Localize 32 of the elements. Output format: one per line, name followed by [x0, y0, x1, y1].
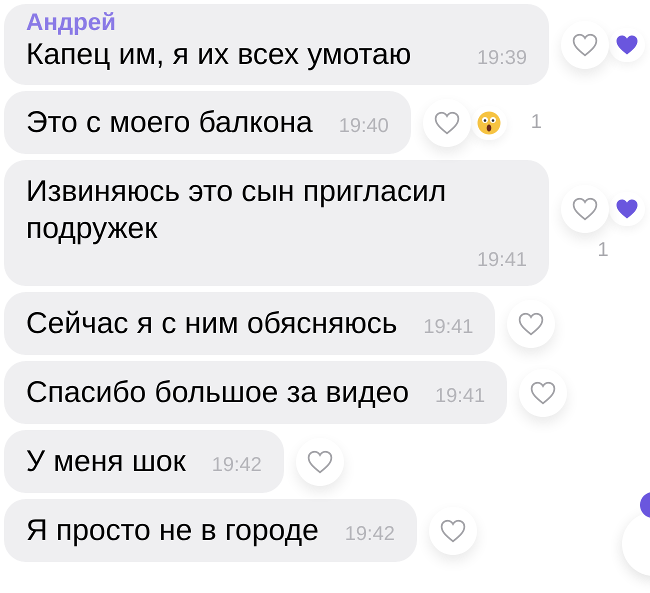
message-time: 19:40	[338, 114, 389, 139]
heart-outline-icon	[440, 518, 466, 542]
heart-outline-icon	[306, 450, 333, 474]
heart-icon	[615, 34, 639, 56]
message-time: 19:42	[212, 453, 262, 478]
message-text: У меня шок	[26, 444, 186, 480]
message-time: 19:41	[423, 315, 474, 340]
heart-outline-icon	[572, 32, 598, 56]
heart-icon	[615, 198, 639, 220]
message-time: 19:39	[476, 46, 527, 71]
reaction-chip[interactable]	[609, 192, 645, 226]
message-time: 19:41	[476, 248, 527, 273]
message-time: 19:42	[344, 522, 395, 547]
message-text: Спасибо большое за видео	[26, 375, 410, 411]
message-text: Это с моего балкона	[26, 105, 313, 141]
message-text: Я просто не в городе	[26, 513, 319, 549]
sender-name: Андрей	[26, 10, 117, 36]
like-button[interactable]	[561, 20, 609, 68]
reaction-chip[interactable]	[470, 106, 507, 140]
heart-outline-icon	[518, 312, 544, 336]
reaction-chip[interactable]	[609, 28, 645, 62]
reaction-count: 1	[597, 238, 609, 262]
message-text: Сейчас я с ним обясняюсь	[26, 306, 398, 342]
heart-outline-icon	[530, 380, 556, 404]
reaction-count: 1	[530, 111, 542, 134]
surprised-face-icon	[476, 110, 501, 134]
message-time: 19:41	[435, 384, 486, 409]
heart-outline-icon	[572, 196, 598, 220]
heart-outline-icon	[434, 110, 460, 134]
message-text: Извиняюсь это сын пригласил подружек	[26, 174, 448, 247]
like-button[interactable]	[561, 184, 609, 232]
message-text: Капец им, я их всех умотаю	[26, 37, 412, 73]
